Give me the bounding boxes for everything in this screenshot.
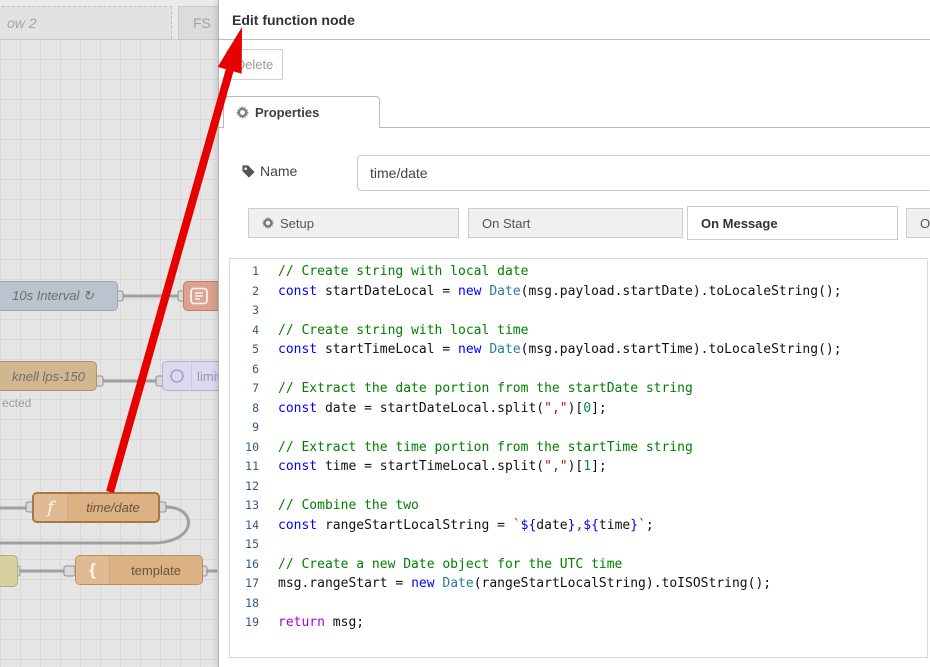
node-delay-limit[interactable]: limit — [162, 361, 218, 391]
code-line[interactable]: 8const date = startDateLocal.split(",")[… — [230, 399, 927, 419]
code-text: const startTimeLocal = new Date(msg.payl… — [259, 340, 842, 360]
code-line[interactable]: 17msg.rangeStart = new Date(rangeStartLo… — [230, 574, 927, 594]
dialog-header: Edit function node — [219, 0, 930, 40]
tab-setup[interactable]: Setup — [248, 208, 459, 238]
code-line[interactable]: 2const startDateLocal = new Date(msg.pay… — [230, 282, 927, 302]
code-text: // Create string with local date — [259, 262, 528, 282]
line-number: 3 — [230, 301, 259, 321]
code-line[interactable]: 11const time = startTimeLocal.split(",")… — [230, 457, 927, 477]
code-text: const time = startTimeLocal.split(",")[1… — [259, 457, 607, 477]
line-number: 15 — [230, 535, 259, 555]
node-label: template — [110, 563, 202, 578]
code-text — [259, 301, 278, 321]
code-text: // Create string with local time — [259, 321, 528, 341]
code-line[interactable]: 18 — [230, 594, 927, 614]
line-number: 16 — [230, 555, 259, 575]
line-number: 9 — [230, 418, 259, 438]
node-label: limit — [192, 369, 218, 384]
line-number: 4 — [230, 321, 259, 341]
code-line[interactable]: 12 — [230, 477, 927, 497]
node-label: time/date — [68, 500, 158, 515]
line-number: 10 — [230, 438, 259, 458]
node-red-editor: ow 2 FS 10s Interval ↻ knell lps-150 ect… — [0, 0, 930, 667]
code-text — [259, 477, 278, 497]
tab-on-start[interactable]: On Start — [468, 208, 683, 238]
flow-canvas[interactable]: ow 2 FS 10s Interval ↻ knell lps-150 ect… — [0, 0, 218, 667]
tab-setup-label: Setup — [280, 216, 314, 231]
function-icon: f — [34, 494, 68, 521]
node-status-text: ected — [2, 396, 31, 410]
line-number: 6 — [230, 360, 259, 380]
line-number: 2 — [230, 282, 259, 302]
line-number: 14 — [230, 516, 259, 536]
code-text: // Create a new Date object for the UTC … — [259, 555, 622, 575]
tab-on-stop[interactable]: On Stop — [906, 208, 930, 238]
line-number: 19 — [230, 613, 259, 633]
code-line[interactable]: 3 — [230, 301, 927, 321]
code-line[interactable]: 7// Extract the date portion from the st… — [230, 379, 927, 399]
tab-on-stop-label: On Stop — [920, 216, 930, 231]
code-text — [259, 418, 278, 438]
line-number: 12 — [230, 477, 259, 497]
code-line[interactable]: 4// Create string with local time — [230, 321, 927, 341]
tag-icon — [241, 164, 256, 179]
code-line[interactable]: 16// Create a new Date object for the UT… — [230, 555, 927, 575]
gear-icon — [236, 106, 249, 119]
code-line[interactable]: 10// Extract the time portion from the s… — [230, 438, 927, 458]
code-lines: 1// Create string with local date2const … — [230, 262, 927, 633]
code-text — [259, 360, 278, 380]
name-label: Name — [260, 163, 297, 179]
node-dashboard[interactable] — [183, 281, 218, 311]
node-inject-10s-interval[interactable]: 10s Interval ↻ — [0, 281, 118, 311]
node-clipped-left[interactable] — [0, 555, 18, 587]
code-line[interactable]: 15 — [230, 535, 927, 555]
tab-on-message-label: On Message — [701, 216, 778, 231]
node-function-time-date[interactable]: f time/date — [32, 492, 160, 523]
node-serial-lps-150[interactable]: knell lps-150 — [0, 361, 97, 391]
template-icon: { — [76, 556, 110, 584]
line-number: 18 — [230, 594, 259, 614]
code-text: const date = startDateLocal.split(",")[0… — [259, 399, 607, 419]
node-label: 10s Interval ↻ — [0, 288, 117, 304]
code-text: // Extract the time portion from the sta… — [259, 438, 693, 458]
code-line[interactable]: 19return msg; — [230, 613, 927, 633]
tab-on-start-label: On Start — [482, 216, 530, 231]
node-label: knell lps-150 — [1, 369, 96, 384]
line-number: 13 — [230, 496, 259, 516]
code-text: return msg; — [259, 613, 364, 633]
port[interactable] — [64, 566, 75, 576]
code-line[interactable]: 5const startTimeLocal = new Date(msg.pay… — [230, 340, 927, 360]
name-input[interactable] — [357, 155, 930, 191]
code-text: const startDateLocal = new Date(msg.payl… — [259, 282, 842, 302]
node-template[interactable]: { template — [75, 555, 203, 585]
line-number: 1 — [230, 262, 259, 282]
code-text: const rangeStartLocalString = `${date},$… — [259, 516, 654, 536]
form-icon — [189, 286, 209, 306]
line-number: 7 — [230, 379, 259, 399]
code-text: // Extract the date portion from the sta… — [259, 379, 693, 399]
delete-button[interactable]: Delete — [226, 49, 283, 80]
tab-properties[interactable]: Properties — [223, 96, 380, 128]
delay-icon — [163, 362, 192, 390]
dialog-title: Edit function node — [232, 12, 355, 28]
code-line[interactable]: 9 — [230, 418, 927, 438]
code-text — [259, 594, 278, 614]
edit-function-node-dialog: Edit function node Delete Properties Nam… — [218, 0, 930, 667]
line-number: 5 — [230, 340, 259, 360]
line-number: 11 — [230, 457, 259, 477]
line-number: 8 — [230, 399, 259, 419]
code-line[interactable]: 6 — [230, 360, 927, 380]
code-text: msg.rangeStart = new Date(rangeStartLoca… — [259, 574, 771, 594]
line-number: 17 — [230, 574, 259, 594]
gear-icon — [262, 217, 274, 229]
code-editor[interactable]: 1// Create string with local date2const … — [229, 258, 928, 658]
code-line[interactable]: 14const rangeStartLocalString = `${date}… — [230, 516, 927, 536]
code-text — [259, 535, 278, 555]
code-text: // Combine the two — [259, 496, 419, 516]
tab-properties-label: Properties — [255, 105, 319, 120]
code-line[interactable]: 13// Combine the two — [230, 496, 927, 516]
code-line[interactable]: 1// Create string with local date — [230, 262, 927, 282]
tab-on-message[interactable]: On Message — [687, 206, 898, 240]
